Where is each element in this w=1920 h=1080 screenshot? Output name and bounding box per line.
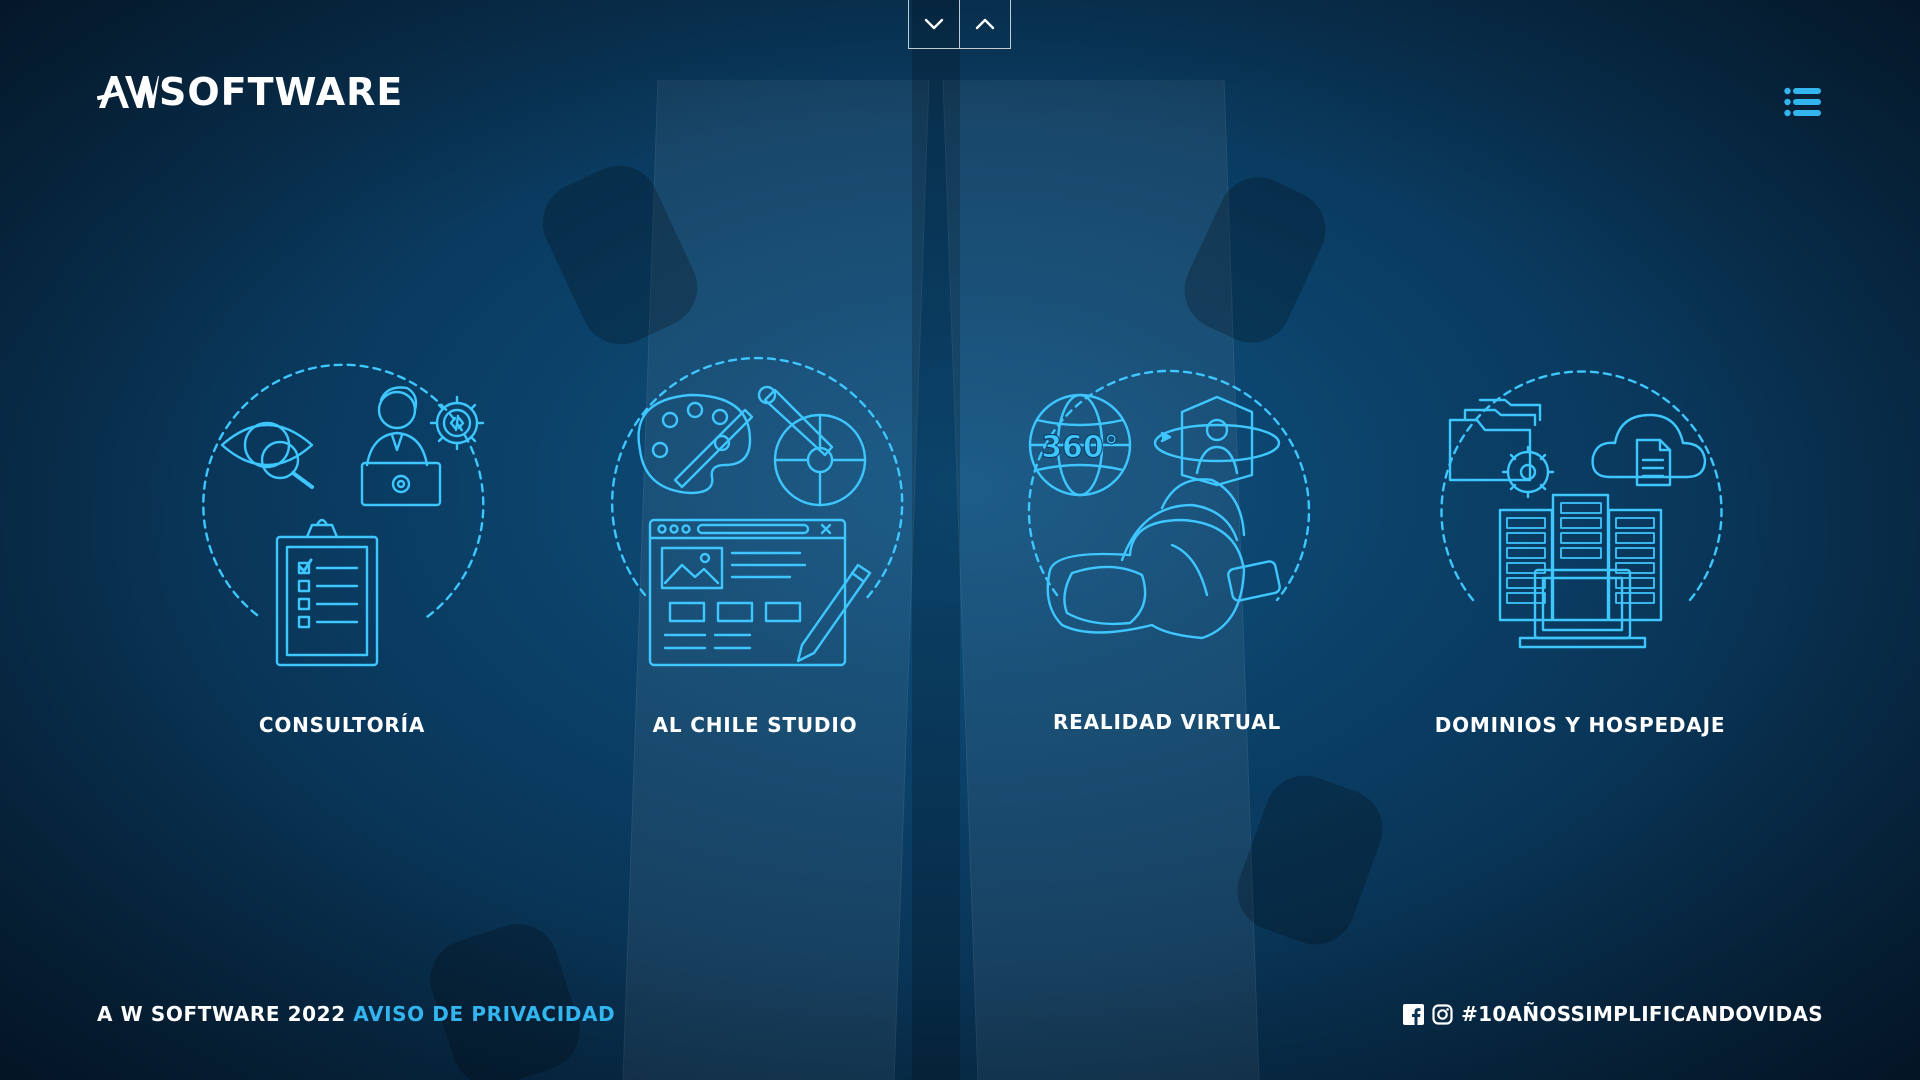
instagram-link[interactable] bbox=[1432, 1003, 1453, 1025]
services-section: CONSULTORÍA AL CHILE STUDIO 360° REALIDA… bbox=[0, 355, 1920, 755]
facebook-icon bbox=[1403, 1003, 1425, 1025]
brand-logo[interactable]: SOFTWARE bbox=[97, 70, 403, 114]
copyright-text: A W SOFTWARE 2022 bbox=[97, 1002, 346, 1026]
service-consultoria[interactable]: CONSULTORÍA bbox=[172, 355, 512, 755]
facebook-link[interactable] bbox=[1403, 1003, 1425, 1025]
hosting-illustration bbox=[1440, 370, 1723, 649]
chevron-up-icon bbox=[975, 18, 995, 30]
section-nav bbox=[908, 0, 1011, 49]
service-al-chile-studio[interactable]: AL CHILE STUDIO bbox=[585, 355, 925, 755]
hashtag-text: #10AÑOSSIMPLIFICANDOVIDAS bbox=[1461, 1002, 1823, 1026]
scroll-up-button[interactable] bbox=[960, 0, 1011, 49]
service-realidad-virtual[interactable]: 360° REALIDAD VIRTUAL bbox=[997, 355, 1337, 755]
svg-text:360°: 360° bbox=[1041, 430, 1119, 465]
service-label: DOMINIOS Y HOSPEDAJE bbox=[1434, 713, 1726, 737]
design-studio-illustration bbox=[610, 356, 904, 667]
service-dominios-hospedaje[interactable]: DOMINIOS Y HOSPEDAJE bbox=[1410, 355, 1750, 755]
instagram-icon bbox=[1432, 1003, 1453, 1025]
chevron-down-icon bbox=[924, 18, 944, 30]
service-label: REALIDAD VIRTUAL bbox=[1052, 710, 1282, 734]
privacy-notice-link[interactable]: AVISO DE PRIVACIDAD bbox=[353, 1002, 615, 1026]
consulting-illustration bbox=[202, 363, 485, 667]
virtual-reality-illustration: 360° bbox=[1027, 369, 1311, 640]
service-label: AL CHILE STUDIO bbox=[652, 713, 858, 737]
service-label: CONSULTORÍA bbox=[258, 713, 426, 737]
aw-logo-mark bbox=[97, 76, 159, 108]
footer-copyright-area: A W SOFTWARE 2022 AVISO DE PRIVACIDAD bbox=[97, 1002, 615, 1026]
scroll-down-button[interactable] bbox=[908, 0, 960, 49]
logo-text: SOFTWARE bbox=[159, 70, 404, 114]
menu-button[interactable] bbox=[1784, 87, 1822, 117]
list-menu-icon bbox=[1784, 87, 1821, 117]
footer-social-area: #10AÑOSSIMPLIFICANDOVIDAS bbox=[1403, 1002, 1823, 1026]
